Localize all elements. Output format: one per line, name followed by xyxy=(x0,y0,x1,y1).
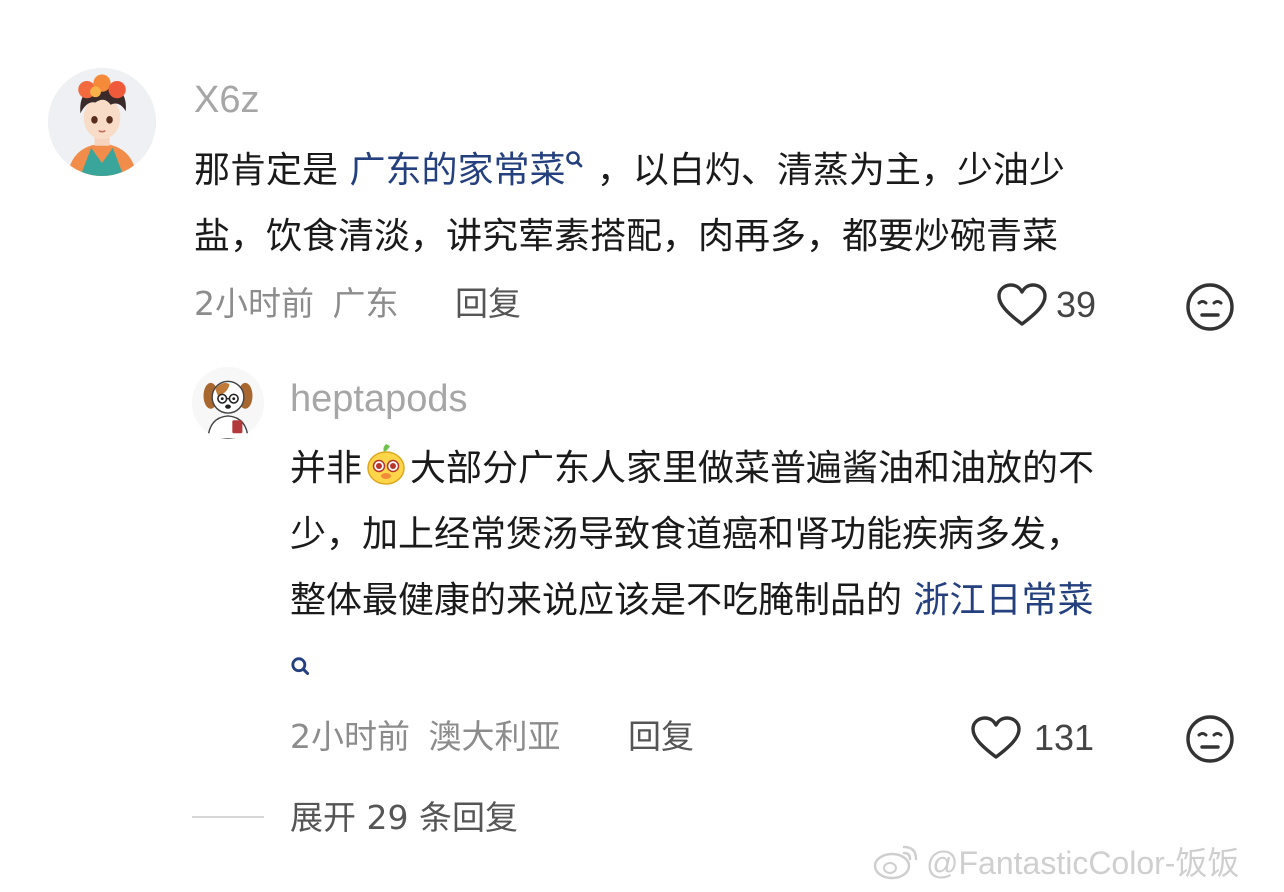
weibo-logo-icon xyxy=(873,845,918,880)
reply-text-line1-rest: 大部分广东人家里做菜普遍酱油和油放的不 xyxy=(410,448,1095,489)
reply-like-button[interactable]: 131 xyxy=(970,713,1130,763)
reply-time: 2小时前 xyxy=(290,717,410,756)
expand-divider xyxy=(192,816,264,818)
comment-text-prefix: 那肯定是 xyxy=(194,150,350,191)
reply-button[interactable]: 回复 xyxy=(455,282,521,326)
replier-avatar[interactable] xyxy=(192,367,264,439)
dislike-button[interactable] xyxy=(1184,281,1236,333)
reply-location: 澳大利亚 xyxy=(428,717,561,756)
reply-reply-button[interactable]: 回复 xyxy=(628,715,694,759)
comment-text: 那肯定是 广东的家常菜 ，以白灼、清蒸为主，少油少 盐，饮食清淡，讲究荤素搭配，… xyxy=(194,138,1254,270)
reply-text-line-1: 并非 大部分广东人家里做菜普遍酱油和油放的不 xyxy=(290,436,1250,502)
meh-face-icon xyxy=(1186,715,1234,763)
expand-replies-button[interactable]: 展开 29 条回复 xyxy=(290,796,518,840)
heart-icon xyxy=(997,283,1047,326)
commenter-username[interactable]: X6z xyxy=(194,78,259,122)
reply-meta: 2小时前 澳大利亚 xyxy=(290,715,561,759)
like-count: 39 xyxy=(1056,284,1097,325)
heart-icon xyxy=(971,716,1021,759)
watermark: @FantasticColor-饭饭 xyxy=(872,838,1239,884)
search-icon[interactable] xyxy=(290,656,312,680)
bird-emoji-icon xyxy=(367,444,405,485)
reply-text-start: 并非 xyxy=(290,448,363,489)
comment-text-line1-rest: ，以白灼、清蒸为主，少油少 xyxy=(585,150,1065,191)
reply-text-line-4 xyxy=(290,634,1250,700)
avatar-dog-icon xyxy=(192,367,264,439)
reply-dislike-button[interactable] xyxy=(1184,713,1236,765)
reply-text-line-3: 整体最健康的来说应该是不吃腌制品的 浙江日常菜 xyxy=(290,568,1250,634)
reply-text-line-2: 少，加上经常煲汤导致食道癌和肾功能疾病多发， xyxy=(290,514,1083,555)
search-link-guangdong[interactable]: 广东的家常菜 xyxy=(349,150,565,191)
reply-text-line3-start: 整体最健康的来说应该是不吃腌制品的 xyxy=(290,580,914,621)
reply-text: 并非 大部分广东人家里做菜普遍酱油和油放的不 少，加上经常煲汤导致食道癌和肾功能… xyxy=(290,436,1250,700)
comment-text-line-1: 那肯定是 广东的家常菜 ，以白灼、清蒸为主，少油少 xyxy=(194,138,1254,204)
replier-username[interactable]: heptapods xyxy=(290,377,468,421)
comment-meta: 2小时前 广东 xyxy=(194,282,399,326)
meh-face-icon xyxy=(1186,283,1234,331)
avatar-anime-boy-icon xyxy=(48,68,156,176)
commenter-avatar[interactable] xyxy=(48,68,156,176)
search-icon[interactable] xyxy=(565,150,585,172)
like-button[interactable]: 39 xyxy=(996,280,1136,330)
watermark-text: @FantasticColor-饭饭 xyxy=(926,845,1240,881)
reply-like-count: 131 xyxy=(1034,717,1095,758)
comment-text-line-2: 盐，饮食清淡，讲究荤素搭配，肉再多，都要炒碗青菜 xyxy=(194,216,1059,257)
comment-time: 2小时前 xyxy=(194,284,314,323)
search-link-zhejiang[interactable]: 浙江日常菜 xyxy=(913,580,1093,621)
comment-location: 广东 xyxy=(332,284,399,323)
